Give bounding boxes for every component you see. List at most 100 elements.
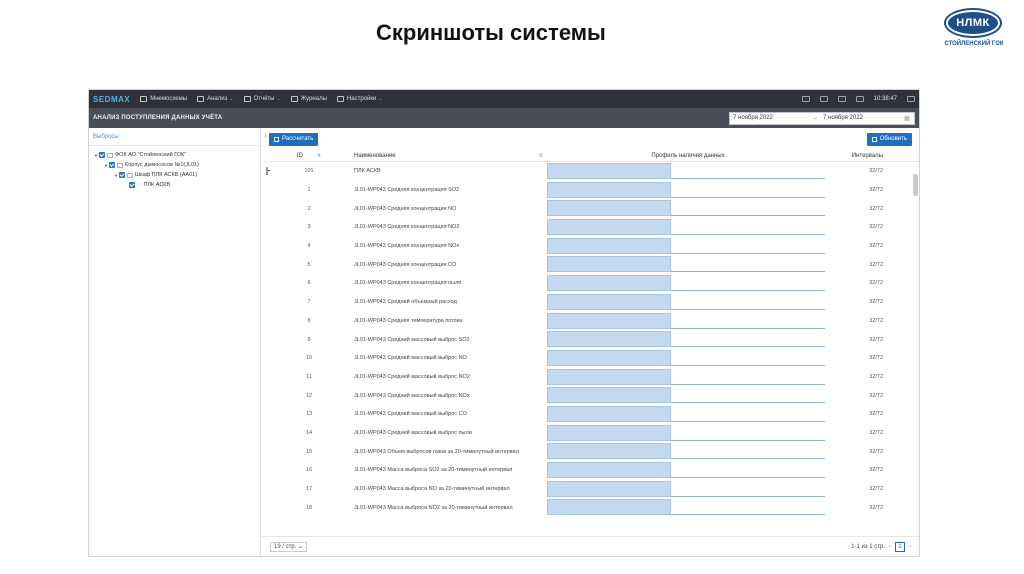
cell-intervals: 32/72 — [869, 392, 883, 399]
tree-item[interactable]: ▼ Корпус дымососов №1(JL01) — [89, 160, 260, 170]
chevron-down-icon: ⌄ — [229, 96, 234, 102]
column-name[interactable]: Наименование ⇅ — [334, 153, 547, 159]
mail-icon[interactable] — [801, 96, 810, 102]
cell-id: 2 — [307, 205, 311, 212]
cell-intervals: 32/72 — [869, 448, 883, 455]
profile-line — [671, 383, 825, 385]
cell-name: JL01-WP043 Средний массовый выброс CO — [354, 411, 467, 418]
profile-bar — [547, 181, 671, 198]
cell-name: JL01-WP043 Средняя концентрация NO — [354, 205, 457, 212]
table-row[interactable]: 11 JL01-WP043 Средний массовый выброс NO2… — [262, 368, 911, 387]
table-row[interactable]: 9 JL01-WP043 Средний массовый выброс SO2 3… — [262, 330, 911, 349]
date-from[interactable]: 7 ноября 2022 — [730, 115, 810, 121]
cell-name: JL01-WP043 Средний объемный расход — [354, 299, 457, 306]
table-row[interactable]: 14 JL01-WP043 Средний массовый выброс пыл… — [262, 424, 911, 443]
column-id[interactable]: ID ⇅ — [284, 153, 334, 159]
tree-item-label: ПЛК АСКВ — [143, 182, 171, 188]
table-row[interactable]: 18 JL01-WP043 Масса выброса NO2 за 20-тим… — [262, 498, 911, 517]
sort-icon[interactable]: ⇅ — [317, 153, 321, 159]
table-row[interactable]: 10 JL01-WP043 Средний массовый выброс NO 3… — [262, 349, 911, 368]
calendar-icon[interactable]: ▦ — [900, 115, 914, 122]
cell-id: 16 — [305, 467, 313, 474]
nav-item[interactable]: Настройки ⌄ — [336, 96, 383, 102]
cell-intervals: 32/72 — [869, 168, 883, 175]
user-icon[interactable] — [907, 96, 915, 102]
toolbar: Рассчитать Обновить — [262, 128, 919, 150]
tree-checkbox[interactable] — [109, 162, 115, 168]
nav-item[interactable]: Отчёты ⌄ — [243, 96, 281, 102]
prev-page-icon[interactable]: ‹ — [889, 544, 891, 550]
table-row[interactable]: 1 JL01-WP043 Средняя концентрация SO2 32/7… — [262, 181, 911, 200]
profile-bar — [547, 349, 671, 366]
table-row[interactable]: 8 JL01-WP043 Средняя температура потока 32… — [262, 312, 911, 331]
date-range-picker[interactable]: 7 ноября 2022 → 7 ноября 2022 ▦ — [729, 111, 915, 125]
cell-intervals: 32/72 — [869, 373, 883, 380]
nav-icon — [140, 96, 148, 102]
cell-name: JL01-WP043 Масса выброса NO за 20-тимину… — [354, 486, 510, 493]
bell-icon[interactable] — [855, 96, 864, 102]
tree-item[interactable]: ▼ ФОК АО "Стойленский ГОК" — [89, 150, 260, 160]
collapse-icon[interactable] — [266, 167, 268, 176]
profile-line — [671, 290, 825, 292]
page-number[interactable]: 1 — [895, 541, 905, 552]
tree-item[interactable]: ▼ Шкаф ПЛК АСКВ (АА01) — [89, 170, 260, 180]
nav-item[interactable]: Журналы — [290, 96, 327, 102]
nav-icon — [243, 96, 251, 102]
chevron-down-icon: ⌄ — [378, 96, 383, 102]
tree-checkbox[interactable] — [119, 172, 125, 178]
nav-item[interactable]: Анализ ⌄ — [197, 96, 234, 102]
table-row[interactable]: 4 JL01-WP043 Средняя концентрация NOx 32/7… — [262, 237, 911, 256]
table-row[interactable]: 12 JL01-WP043 Средний массовый выброс NOx… — [262, 386, 911, 405]
table-row[interactable]: 7 JL01-WP043 Средний объемный расход 32/72 — [262, 293, 911, 312]
cell-intervals: 32/72 — [869, 411, 883, 418]
refresh-button[interactable]: Обновить — [866, 132, 912, 146]
page-size-select[interactable]: 19 / стр. ⌄ — [270, 541, 308, 552]
tree-checkbox[interactable] — [99, 152, 105, 158]
nav-icon — [336, 96, 344, 102]
table-row[interactable]: 5 JL01-WP043 Средняя концентрация CO 32/72 — [262, 255, 911, 274]
table-row[interactable]: 2 JL01-WP043 Средняя концентрация NO 32/72 — [262, 199, 911, 218]
profile-bar — [547, 368, 671, 385]
cell-intervals: 32/72 — [869, 224, 883, 231]
table-row[interactable]: 3 JL01-WP043 Средняя концентрация NO2 32/7… — [262, 218, 911, 237]
column-intervals: Интервалы — [851, 152, 883, 159]
cell-name: JL01-WP043 Средняя температура потока — [354, 317, 463, 324]
app-brand[interactable]: SEDMAX — [93, 95, 130, 104]
refresh-icon — [871, 136, 877, 142]
profile-bar — [547, 219, 671, 236]
cell-name: JL01-WP043 Средний массовый выброс NO — [354, 355, 467, 362]
nav-label: Настройки — [346, 96, 377, 102]
cell-intervals: 32/72 — [869, 429, 883, 436]
table-row[interactable]: 15 JL01-WP043 Объем выбросов газов за 20-… — [262, 442, 911, 461]
calculate-button[interactable]: Рассчитать — [269, 132, 319, 146]
cell-id: 11 — [306, 373, 312, 380]
page-header: АНАЛИЗ ПОСТУПЛЕНИЯ ДАННЫХ УЧЁТА 7 ноября… — [89, 108, 919, 128]
top-navigation: SEDMAX Мнемосхемы Анализ ⌄ Отчёты ⌄ Журналы На… — [89, 90, 919, 108]
next-page-icon[interactable]: › — [909, 544, 911, 550]
scrollbar[interactable] — [913, 174, 918, 196]
sort-icon[interactable]: ⇅ — [539, 153, 543, 159]
date-to[interactable]: 7 ноября 2022 — [820, 115, 900, 121]
notifications-off-icon[interactable] — [819, 96, 828, 102]
table-row[interactable]: 101 ПЛК АСКВ 32/72 — [262, 162, 911, 181]
cell-name: JL01-WP043 Средний массовый выброс NO2 — [354, 373, 470, 380]
cell-name: JL01-WP043 Средняя концентрация NO2 — [354, 224, 460, 231]
logo-emblem: НЛМК — [944, 8, 1002, 38]
tree-item[interactable]: ☆ ПЛК АСКВ — [89, 180, 260, 190]
logo-text: НЛМК — [948, 12, 998, 34]
cell-id: 4 — [307, 243, 311, 250]
cell-name: JL01-WP043 Средняя концентрация NOx — [354, 243, 460, 250]
cell-id: 10 — [305, 355, 313, 362]
table-row[interactable]: 13 JL01-WP043 Средний массовый выброс CO 3… — [262, 405, 911, 424]
sound-icon[interactable] — [837, 96, 846, 102]
device-icon: ☆ — [137, 182, 142, 188]
nav-item[interactable]: Мнемосхемы — [140, 96, 187, 102]
table-row[interactable]: 6 JL01-WP043 Средняя концентрация пыли 32/… — [262, 274, 911, 293]
profile-line — [671, 458, 825, 460]
cell-name: JL01-WP043 Средняя концентрация SO2 — [354, 187, 460, 194]
cell-id: 18 — [305, 504, 313, 511]
tree-checkbox[interactable] — [129, 182, 135, 188]
table-row[interactable]: 16 JL01-WP043 Масса выброса SO2 за 20-тим… — [262, 461, 911, 480]
profile-line — [671, 402, 825, 404]
table-row[interactable]: 17 JL01-WP043 Масса выброса NO за 20-тими… — [262, 480, 911, 499]
